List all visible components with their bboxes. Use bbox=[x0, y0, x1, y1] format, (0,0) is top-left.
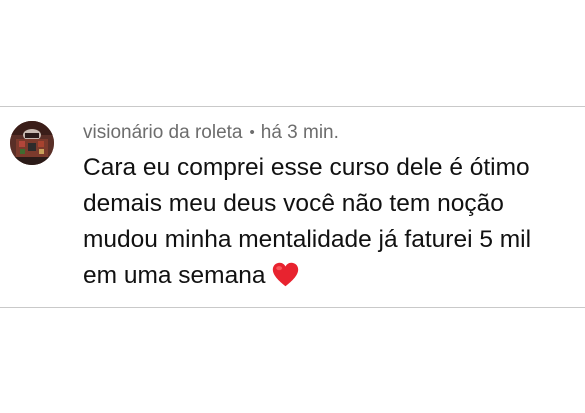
comment-text-line: demais meu deus você não tem noção bbox=[83, 190, 504, 217]
comment-text: Cara eu comprei esse curso dele é ótimo … bbox=[83, 150, 575, 294]
username[interactable]: visionário da roleta bbox=[83, 122, 242, 143]
comment-text-line: mudou minha mentalidade já faturei 5 mil bbox=[83, 226, 532, 253]
comment-text-line-last: em uma semana bbox=[83, 258, 575, 294]
meta-separator: • bbox=[249, 124, 255, 141]
timestamp: há 3 min. bbox=[260, 122, 339, 143]
comment-text-line: Cara eu comprei esse curso dele é ótimo bbox=[83, 154, 530, 181]
comment-meta: visionário da roleta • há 3 min. bbox=[83, 121, 339, 145]
avatar-image bbox=[10, 121, 54, 165]
avatar[interactable] bbox=[10, 121, 54, 165]
comment-text-line-content: em uma semana bbox=[83, 262, 266, 289]
comment-card: visionário da roleta • há 3 min. Cara eu c… bbox=[0, 106, 585, 308]
red-heart-icon bbox=[273, 262, 299, 287]
